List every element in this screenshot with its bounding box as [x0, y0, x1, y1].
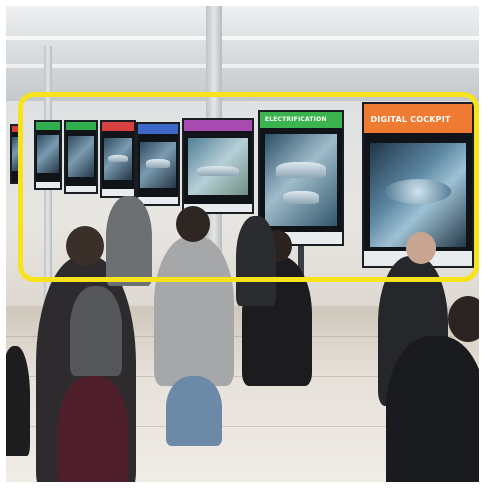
ceiling-beam	[6, 64, 479, 68]
traveler-legs	[58, 376, 128, 482]
traveler-legs	[166, 376, 222, 446]
backpack	[70, 286, 122, 376]
traveler	[386, 336, 479, 482]
traveler	[6, 346, 30, 456]
ceiling-beam	[6, 36, 479, 40]
ceiling	[6, 6, 479, 101]
highlight-frame	[18, 92, 479, 282]
